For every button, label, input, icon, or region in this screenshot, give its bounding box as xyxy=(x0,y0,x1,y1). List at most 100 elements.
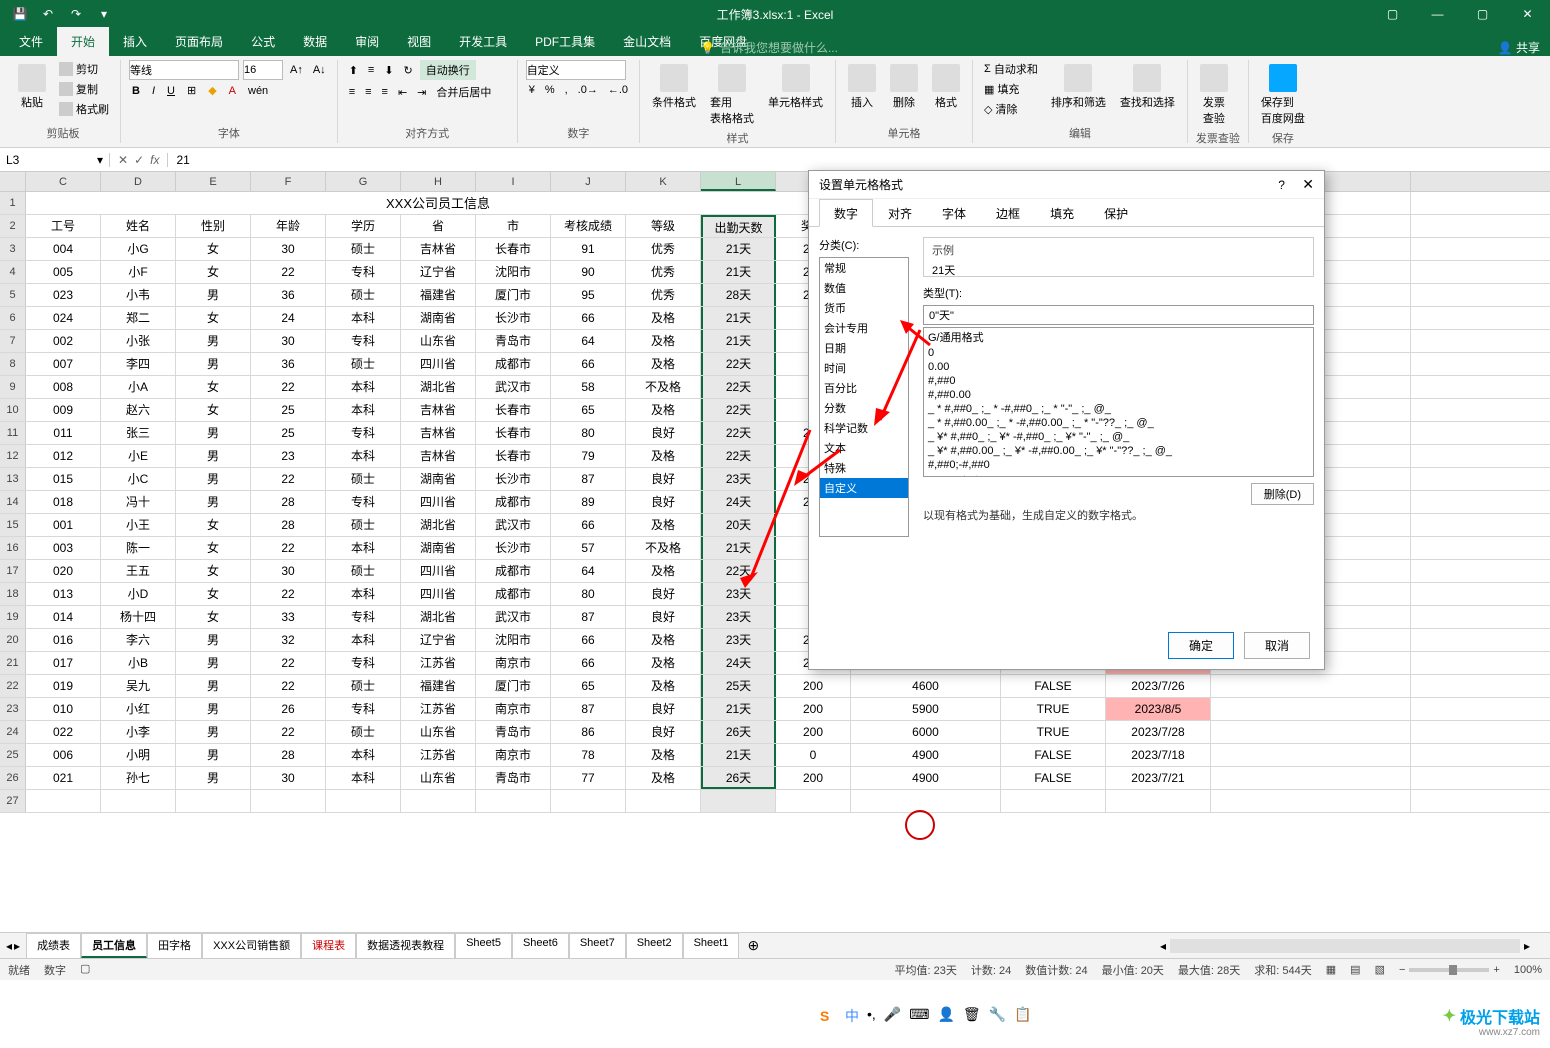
dlg-tab-font[interactable]: 字体 xyxy=(927,199,981,226)
cell[interactable]: 女 xyxy=(176,606,251,628)
comma-icon[interactable]: , xyxy=(562,83,571,97)
type-item[interactable]: #,##0 xyxy=(924,374,1313,388)
cell[interactable]: 良好 xyxy=(626,606,701,628)
row-header[interactable]: 21 xyxy=(0,652,26,674)
cell[interactable]: 28 xyxy=(251,514,326,536)
cell[interactable]: 女 xyxy=(176,261,251,283)
cell[interactable]: 66 xyxy=(551,307,626,329)
cell[interactable]: 90 xyxy=(551,261,626,283)
row-header[interactable]: 24 xyxy=(0,721,26,743)
col-header[interactable]: L xyxy=(701,172,776,191)
cell[interactable]: 南京市 xyxy=(476,652,551,674)
cell[interactable]: 赵六 xyxy=(101,399,176,421)
cell[interactable]: 及格 xyxy=(626,514,701,536)
row-header[interactable]: 22 xyxy=(0,675,26,697)
sheet-nav-last-icon[interactable]: ▸ xyxy=(14,939,20,953)
category-item[interactable]: 自定义 xyxy=(820,478,908,498)
cell[interactable]: 女 xyxy=(176,560,251,582)
dlg-tab-number[interactable]: 数字 xyxy=(819,199,873,227)
category-item[interactable]: 会计专用 xyxy=(820,318,908,338)
col-header[interactable]: E xyxy=(176,172,251,191)
cell[interactable]: 30 xyxy=(251,767,326,789)
phonetic-button[interactable]: wén xyxy=(245,83,271,98)
cell[interactable]: 男 xyxy=(176,353,251,375)
cell[interactable]: 22 xyxy=(251,376,326,398)
sheet-tab[interactable]: XXX公司销售额 xyxy=(202,933,301,958)
cell[interactable]: FALSE xyxy=(1001,767,1106,789)
cell[interactable]: 20天 xyxy=(701,514,776,536)
cell[interactable]: 硕士 xyxy=(326,468,401,490)
cell[interactable]: 优秀 xyxy=(626,261,701,283)
cell[interactable]: 江苏省 xyxy=(401,698,476,720)
type-item[interactable]: 0.00 xyxy=(924,360,1313,374)
cell[interactable]: 辽宁省 xyxy=(401,629,476,651)
cell[interactable]: FALSE xyxy=(1001,744,1106,766)
cell[interactable]: 硕士 xyxy=(326,514,401,536)
cell[interactable] xyxy=(176,790,251,812)
format-painter-button[interactable]: 格式刷 xyxy=(56,100,112,118)
cell[interactable]: 65 xyxy=(551,399,626,421)
cell[interactable]: 专科 xyxy=(326,491,401,513)
cell[interactable]: 24 xyxy=(251,307,326,329)
tab-formula[interactable]: 公式 xyxy=(237,27,289,56)
qat-more-icon[interactable]: ▾ xyxy=(94,4,114,24)
cell[interactable]: 022 xyxy=(26,721,101,743)
cell[interactable]: 市 xyxy=(476,215,551,237)
type-item[interactable]: _ ¥* #,##0_ ;_ ¥* -#,##0_ ;_ ¥* "-"_ ;_ … xyxy=(924,430,1313,444)
cell[interactable]: 007 xyxy=(26,353,101,375)
cell[interactable]: 本科 xyxy=(326,307,401,329)
dlg-tab-protect[interactable]: 保护 xyxy=(1089,199,1143,226)
cell[interactable]: 24天 xyxy=(701,652,776,674)
record-macro-icon[interactable]: ▢ xyxy=(80,962,90,978)
align-right-icon[interactable]: ≡ xyxy=(379,83,391,101)
ok-button[interactable]: 确定 xyxy=(1168,632,1234,659)
cell[interactable]: 青岛市 xyxy=(476,721,551,743)
cell[interactable]: 山东省 xyxy=(401,767,476,789)
cell[interactable]: 本科 xyxy=(326,744,401,766)
cell[interactable]: TRUE xyxy=(1001,698,1106,720)
cell[interactable]: 24天 xyxy=(701,491,776,513)
cell[interactable]: 87 xyxy=(551,698,626,720)
cell[interactable]: 及格 xyxy=(626,399,701,421)
col-header[interactable]: K xyxy=(626,172,701,191)
baidu-save-button[interactable]: 保存到 百度网盘 xyxy=(1257,60,1309,130)
cell[interactable]: 本科 xyxy=(326,767,401,789)
dialog-help-icon[interactable]: ? xyxy=(1278,178,1285,192)
delete-cells-button[interactable]: 删除 xyxy=(886,60,922,114)
cell[interactable]: 66 xyxy=(551,629,626,651)
fill-color-button[interactable]: ◆ xyxy=(205,83,219,98)
cell[interactable]: 28 xyxy=(251,744,326,766)
cell[interactable]: 2023/7/26 xyxy=(1106,675,1211,697)
cell[interactable]: 工号 xyxy=(26,215,101,237)
cell[interactable]: 硕士 xyxy=(326,353,401,375)
sheet-tab[interactable]: Sheet6 xyxy=(512,933,569,958)
cell[interactable]: 64 xyxy=(551,330,626,352)
cell[interactable] xyxy=(101,790,176,812)
cell[interactable]: 2023/7/21 xyxy=(1106,767,1211,789)
cell[interactable]: 及格 xyxy=(626,652,701,674)
align-center-icon[interactable]: ≡ xyxy=(362,83,374,101)
cell[interactable]: 32 xyxy=(251,629,326,651)
cell[interactable]: 28 xyxy=(251,491,326,513)
cell[interactable]: 本科 xyxy=(326,583,401,605)
cell[interactable]: 200 xyxy=(776,721,851,743)
cell[interactable]: 张三 xyxy=(101,422,176,444)
dlg-tab-fill[interactable]: 填充 xyxy=(1035,199,1089,226)
cell[interactable]: 硕士 xyxy=(326,560,401,582)
invoice-button[interactable]: 发票 查验 xyxy=(1196,60,1232,130)
type-input[interactable] xyxy=(923,305,1314,325)
cell[interactable]: 22 xyxy=(251,652,326,674)
cell[interactable]: 小F xyxy=(101,261,176,283)
cell[interactable]: 小C xyxy=(101,468,176,490)
sheet-tab[interactable]: 课程表 xyxy=(301,933,356,958)
cell[interactable]: 小A xyxy=(101,376,176,398)
category-item[interactable]: 时间 xyxy=(820,358,908,378)
cell[interactable]: 30 xyxy=(251,238,326,260)
cell[interactable]: 四川省 xyxy=(401,491,476,513)
cell[interactable]: FALSE xyxy=(1001,675,1106,697)
cell[interactable]: 女 xyxy=(176,514,251,536)
cell[interactable]: 男 xyxy=(176,284,251,306)
cell[interactable]: 22天 xyxy=(701,445,776,467)
category-item[interactable]: 常规 xyxy=(820,258,908,278)
cell[interactable]: 004 xyxy=(26,238,101,260)
